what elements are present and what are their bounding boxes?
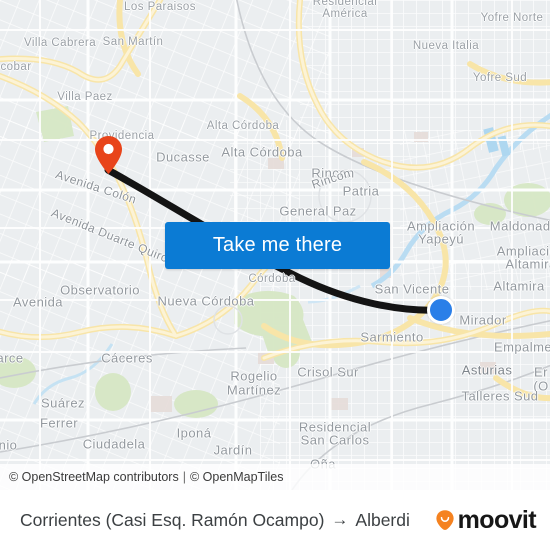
route-footer: Corrientes (Casi Esq. Ramón Ocampo) → Al… [0,490,550,550]
arrow-right-icon: → [331,510,349,529]
destination-dot-icon[interactable] [427,296,455,324]
route-destination-label: Alberdi [355,509,410,530]
moovit-pin-icon [436,510,454,530]
map-canvas[interactable]: Los Paraisos Residencial América Yofre Nort… [0,0,550,490]
moovit-logo[interactable]: moovit [434,505,537,534]
route-origin-label: Corrientes (Casi Esq. Ramón Ocampo) [20,509,325,530]
take-me-there-label: Take me there [212,234,343,256]
route-title: Corrientes (Casi Esq. Ramón Ocampo) → Al… [20,510,434,531]
attribution-osm[interactable]: © OpenStreetMap contributors [0,470,179,484]
map-attribution-bar: © OpenStreetMap contributors | © OpenMap… [0,464,550,490]
take-me-there-button[interactable]: Take me there [165,222,390,269]
attribution-separator: | [182,470,186,484]
moovit-station-map-screen: Los Paraisos Residencial América Yofre Nort… [0,0,550,550]
moovit-wordmark: moovit [457,505,537,534]
attribution-maptiles[interactable]: © OpenMapTiles [190,470,284,484]
